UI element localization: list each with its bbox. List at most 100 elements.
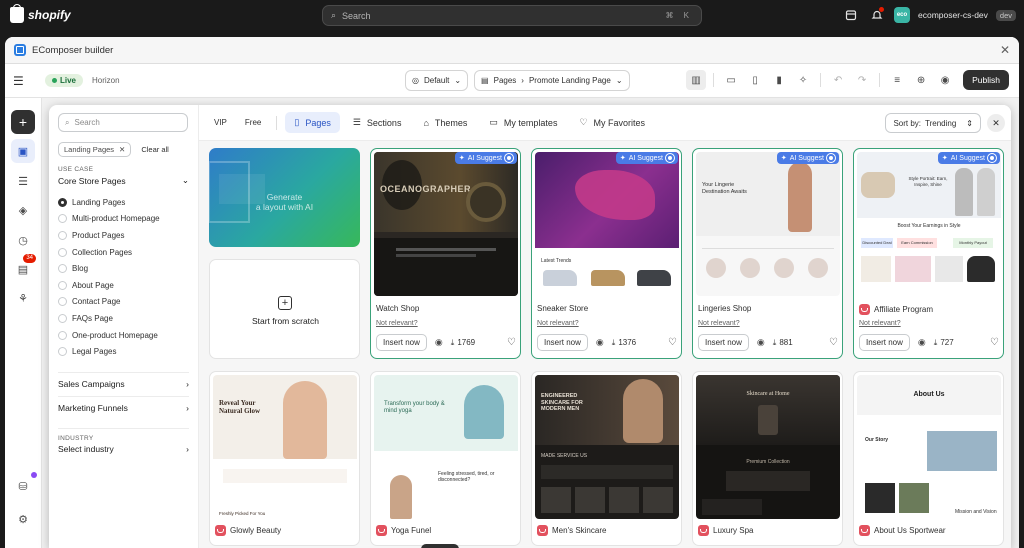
insert-now-button[interactable]: Insert now [698,334,749,351]
settings-sliders-icon[interactable]: ≡ [887,70,907,90]
preview-eye-icon[interactable]: ◉ [918,337,926,348]
template-name-row: Men's Skincare [537,525,606,536]
tab-vip[interactable]: VIP [207,114,234,131]
insert-now-button[interactable]: Insert now [376,334,427,351]
mobile-icon[interactable]: ▮ [769,70,789,90]
option-collection-pages[interactable]: Collection Pages [58,244,189,261]
favorite-heart-icon[interactable]: ♡ [668,337,677,348]
layers-icon[interactable]: ◈ [11,198,35,222]
bottom-drawer-handle[interactable] [421,544,459,548]
desktop-icon[interactable]: ▭ [721,70,741,90]
database-icon[interactable]: ⛁ [11,472,37,498]
template-name-row: Luxury Spa [698,525,753,536]
filter-chip[interactable]: Landing Pages ✕ [58,142,132,157]
template-card-yoga-funel[interactable]: Transform your body & mind yoga Feeling … [370,371,521,546]
redo-icon[interactable]: ↷ [852,70,872,90]
not-relevant-link[interactable]: Not relevant? [376,320,418,327]
option-legal-pages[interactable]: Legal Pages [58,343,189,360]
template-card-luxury-spa[interactable]: Skincare at Home Premium Collection Luxu… [692,371,843,546]
tab-sections[interactable]: ☰ Sections [344,112,411,133]
tab-free[interactable]: Free [238,114,268,131]
template-card-glowly-beauty[interactable]: Reveal Your Natural Glow Freshly Picked … [209,371,360,546]
tab-pages[interactable]: ▯ Pages [285,112,340,133]
notification-bell-icon[interactable] [868,6,886,24]
thumb-subtitle: Feeling stressed, tired, or disconnected… [438,471,495,483]
add-element-button[interactable]: + [11,110,35,134]
template-name-row: About Us Sportwear [859,525,946,536]
history-icon[interactable]: ◷ [11,228,35,252]
store-name[interactable]: ecomposer-cs-dev [918,10,988,20]
generate-ai-card[interactable]: Generate a layout with AI [209,148,360,247]
industry-select[interactable]: Select industry › [58,444,189,454]
not-relevant-link[interactable]: Not relevant? [859,320,901,327]
template-card-lingeries-shop[interactable]: Your Lingerie Destination Awaits ✦ AI Su… [692,148,843,359]
option-one-product-homepage[interactable]: One-product Homepage [58,327,189,344]
apps-icon[interactable]: ⚘ [11,286,35,310]
messages-icon[interactable]: ▤ 34 [11,254,36,281]
marketing-funnels-toggle[interactable]: Marketing Funnels › [58,395,189,420]
chevron-down-icon: ⌄ [181,175,189,185]
preview-eye-icon[interactable]: ◉ [435,337,443,348]
clear-all-link[interactable]: Clear all [141,145,169,154]
live-label: Live [60,76,77,85]
option-about-page[interactable]: About Page [58,277,189,294]
page-icon: ▤ [481,76,489,85]
chevron-down-icon: ⌄ [615,76,623,85]
option-product-pages[interactable]: Product Pages [58,227,189,244]
core-store-pages-toggle[interactable]: Core Store Pages ⌄ [58,175,189,186]
template-card-about-us-sportwear[interactable]: About Us Our Story Mission and Vision Ab… [853,371,1004,546]
favorite-heart-icon[interactable]: ♡ [829,337,838,348]
not-relevant-link[interactable]: Not relevant? [537,320,579,327]
layout-view-icon[interactable]: ▥ [686,70,707,90]
sort-value: Trending [925,118,957,128]
start-from-scratch-card[interactable]: + Start from scratch [209,259,360,359]
window-title: EComposer builder [32,44,114,56]
close-icon[interactable]: ✕ [119,145,125,154]
chevron-down-icon: ⌄ [454,76,462,85]
publish-button[interactable]: Publish [963,70,1009,90]
favorite-heart-icon[interactable]: ♡ [990,337,999,348]
option-multi-product-homepage[interactable]: Multi-product Homepage [58,211,189,228]
device-select[interactable]: ◎ Default ⌄ [405,70,469,91]
sales-campaigns-toggle[interactable]: Sales Campaigns › [58,371,189,396]
close-modal-icon[interactable]: ✕ [987,114,1005,132]
radio-icon [58,247,67,257]
template-card-affiliate-program[interactable]: Style Portrait: Earn, Inspire, Shine Boo… [853,148,1004,359]
ai-magic-icon[interactable]: ✧ [793,70,813,90]
template-card-sneaker-store[interactable]: Latest Trends ✦ AI Suggest Sneaker Store… [531,148,682,359]
sort-select[interactable]: Sort by: Trending ⇕ [885,113,981,133]
sections-icon[interactable]: ☰ [11,169,35,193]
tab-my-templates[interactable]: ▭ My templates [480,112,566,133]
eye-icon [665,153,675,163]
tab-my-favorites[interactable]: ♡ My Favorites [570,112,654,133]
not-relevant-link[interactable]: Not relevant? [698,320,740,327]
store-icon[interactable] [842,6,860,24]
template-card-watch-shop[interactable]: OCEANOGRAPHER ✦ AI Suggest Watch Shop No… [370,148,521,359]
gear-icon[interactable]: ⚙ [11,507,35,531]
global-search-input[interactable]: ⌕ Search ⌘ K [322,5,702,26]
preview-eye-icon[interactable]: ◉ [596,337,604,348]
option-landing-pages[interactable]: Landing Pages [58,194,189,211]
shopify-logo[interactable]: shopify [10,4,71,23]
page-breadcrumb[interactable]: ▤ Pages › Promote Landing Page ⌄ [474,70,630,91]
menu-icon[interactable]: ☰ [13,74,31,88]
insert-now-button[interactable]: Insert now [859,334,910,351]
store-avatar[interactable]: eco [893,7,910,23]
undo-icon[interactable]: ↶ [828,70,848,90]
favorite-heart-icon[interactable]: ♡ [507,337,516,348]
preview-eye-icon[interactable]: ◉ [935,70,955,90]
template-card-mens-skincare[interactable]: ENGINEERED SKINCARE FOR MODERN MEN MADE … [531,371,682,546]
pages-library-icon[interactable]: ▣ [11,139,35,163]
zoom-icon[interactable]: ⊕ [911,70,931,90]
template-name: Watch Shop [376,304,420,313]
option-contact-page[interactable]: Contact Page [58,294,189,311]
option-faqs-page[interactable]: FAQs Page [58,310,189,327]
window-close-icon[interactable]: ✕ [1000,43,1010,57]
thumb-subtitle: Our Story [865,437,889,443]
filter-search-input[interactable]: ⌕ Search [58,113,188,132]
option-blog[interactable]: Blog [58,260,189,277]
tab-themes[interactable]: ⌂ Themes [414,113,476,133]
preview-eye-icon[interactable]: ◉ [757,337,765,348]
tablet-icon[interactable]: ▯ [745,70,765,90]
insert-now-button[interactable]: Insert now [537,334,588,351]
